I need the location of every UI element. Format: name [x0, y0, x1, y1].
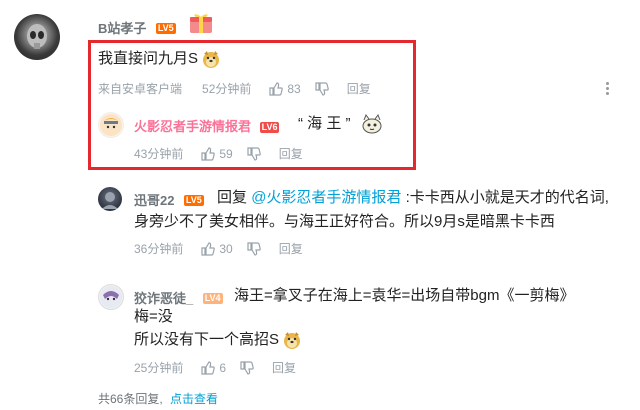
username-reply2[interactable]: 迅哥22: [134, 193, 174, 208]
level-badge: LV6: [259, 122, 280, 134]
thumbs-up-icon: [201, 146, 216, 161]
more-menu-icon[interactable]: [606, 82, 610, 96]
dislike-button[interactable]: [247, 241, 265, 256]
reply-text-content: :卡卡西从小就是天才的代名词,: [405, 189, 609, 206]
reply-button[interactable]: 回复: [272, 359, 296, 376]
reply-prefix: 回复: [217, 189, 248, 206]
top-user-line: B站孝子 LV5: [98, 18, 176, 38]
dislike-button[interactable]: [315, 81, 333, 96]
like-count: 6: [219, 360, 227, 375]
like-button[interactable]: 30: [201, 241, 233, 256]
reply3-text-line3: 所以没有下一个高招S: [134, 327, 301, 353]
reply1-header: 火影忍者手游情报君 LV6: [134, 116, 280, 135]
comment-text-top: 我直接问九月S: [98, 46, 220, 72]
like-count: 83: [287, 81, 301, 96]
comment-source: 来自安卓客户端: [98, 82, 183, 96]
level-badge: LV4: [202, 293, 223, 305]
username-reply1[interactable]: 火影忍者手游情报君: [134, 119, 251, 134]
reply-button[interactable]: 回复: [347, 80, 371, 97]
reply-text-content: “ 海 王 ”: [298, 115, 351, 132]
reply1-text: “ 海 王 ”: [298, 111, 383, 137]
meta-reply3: 25分钟前 6 回复: [134, 359, 296, 376]
dark-avatar-icon: [102, 192, 118, 209]
comment-text-content: 我直接问九月S: [98, 50, 199, 67]
level-badge: LV5: [155, 23, 176, 35]
thumbs-down-icon: [247, 241, 261, 256]
anime-avatar-icon: [100, 286, 122, 308]
avatar-reply1[interactable]: [98, 112, 124, 138]
like-button[interactable]: 83: [269, 81, 301, 96]
reply-button[interactable]: 回复: [279, 240, 303, 257]
skull-icon: [27, 24, 47, 49]
comment-time: 25分钟前: [134, 361, 184, 375]
meta-reply2: 36分钟前 30 回复: [134, 240, 303, 257]
thumbs-down-icon: [315, 81, 329, 96]
cat-emoji-icon: [362, 114, 382, 134]
comment-time: 43分钟前: [134, 147, 184, 161]
level-badge: LV5: [183, 195, 204, 207]
like-button[interactable]: 59: [201, 146, 233, 161]
avatar-top[interactable]: [14, 14, 60, 60]
meta-reply1: 43分钟前 59 回复: [134, 145, 303, 162]
avatar-reply3[interactable]: [98, 284, 124, 310]
reply3-text-line1: 海王=拿叉子在海上=袁华=出场自带bgm《一剪梅》: [234, 287, 575, 304]
view-all-replies-link[interactable]: 点击查看: [170, 392, 218, 406]
thumbs-down-icon: [247, 146, 261, 161]
gift-box-icon: [190, 14, 212, 33]
doge-emoji-icon: [284, 332, 301, 350]
thumbs-up-icon: [269, 81, 284, 96]
thumbs-down-icon: [240, 360, 254, 375]
comment-time: 36分钟前: [134, 242, 184, 256]
comment-time: 52分钟前: [202, 82, 252, 96]
mention-link[interactable]: @火影忍者手游情报君: [251, 189, 401, 206]
like-count: 59: [219, 146, 233, 161]
username-top[interactable]: B站孝子: [98, 21, 146, 36]
like-button[interactable]: 6: [201, 361, 226, 375]
thumbs-up-icon: [201, 241, 216, 256]
reply2-text-line2: 身旁少不了美女相伴。与海王正好符合。所以9月s是暗黑卡卡西: [134, 213, 555, 230]
replies-footer: 共66条回复, 点击查看: [98, 390, 218, 407]
reply-text-content: 所以没有下一个高招S: [134, 331, 280, 348]
meta-top: 来自安卓客户端 52分钟前 83 回复: [98, 80, 371, 97]
like-count: 30: [219, 241, 233, 256]
reply-count-label: 共66条回复,: [98, 392, 163, 406]
doge-emoji-icon: [203, 51, 220, 69]
reply2-text-line1: 回复 @火影忍者手游情报君 :卡卡西从小就是天才的代名词,: [217, 185, 609, 211]
reply2-header: 迅哥22 LV5: [134, 190, 204, 210]
ninja-avatar-icon: [100, 114, 122, 136]
avatar-reply2[interactable]: [98, 187, 122, 211]
dislike-button[interactable]: [240, 360, 258, 375]
reply-button[interactable]: 回复: [279, 145, 303, 162]
dislike-button[interactable]: [247, 146, 265, 161]
thumbs-up-icon: [201, 360, 216, 375]
